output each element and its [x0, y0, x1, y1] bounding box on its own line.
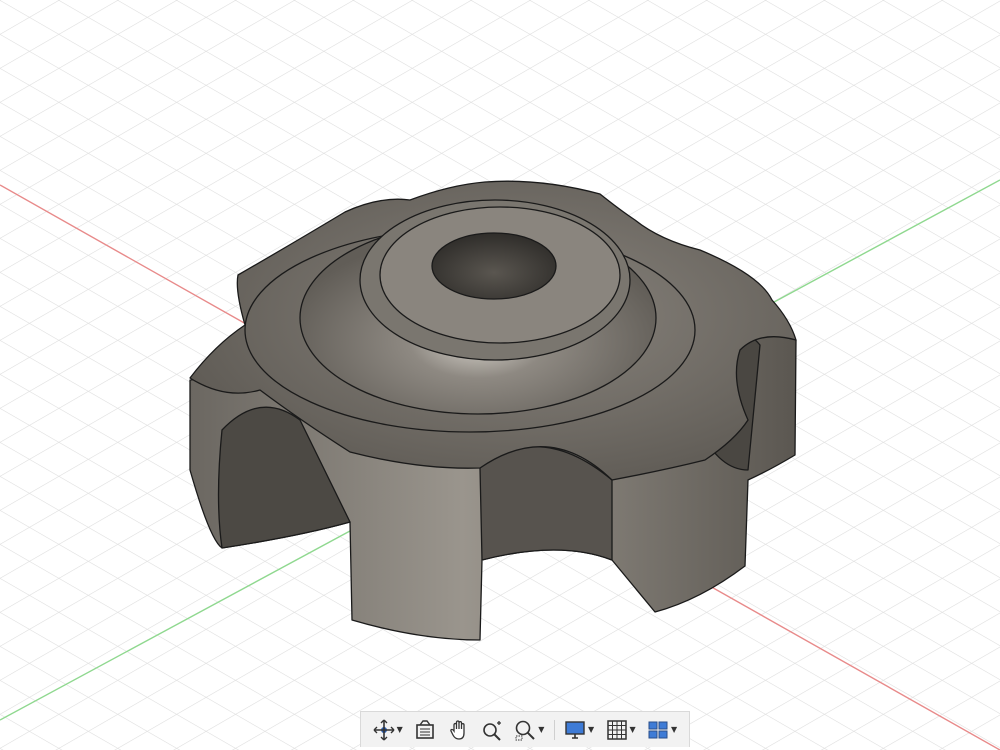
look-at-button[interactable]: [412, 716, 438, 744]
viewports-icon: [648, 721, 668, 738]
pan-button[interactable]: [446, 716, 472, 744]
fit-button[interactable]: ▼: [512, 716, 546, 744]
orbit-button[interactable]: ▼: [371, 716, 405, 744]
center-hole: [431, 232, 557, 300]
zoom-plus-icon: [483, 720, 501, 741]
3d-viewport[interactable]: [0, 0, 1000, 750]
chevron-down-icon: ▼: [588, 724, 595, 734]
monitor-icon: [565, 720, 585, 739]
chevron-down-icon: ▼: [538, 724, 545, 734]
viewports-button[interactable]: ▼: [645, 716, 679, 744]
chevron-down-icon: ▼: [671, 724, 678, 734]
zoom-window-icon: [515, 720, 535, 740]
hand-icon: [449, 719, 465, 740]
toolbar-divider: [553, 719, 555, 740]
navigation-toolbar: ▼ ▼ ▼ ▼ ▼: [360, 711, 690, 747]
chevron-down-icon: ▼: [629, 724, 636, 734]
zoom-button[interactable]: [479, 716, 505, 744]
look-at-icon: [416, 719, 434, 739]
display-settings-button[interactable]: ▼: [562, 716, 596, 744]
chevron-down-icon: ▼: [396, 724, 403, 734]
grid-settings-button[interactable]: ▼: [604, 716, 638, 744]
grid-icon: [606, 719, 627, 740]
orbit-icon: [373, 719, 395, 740]
